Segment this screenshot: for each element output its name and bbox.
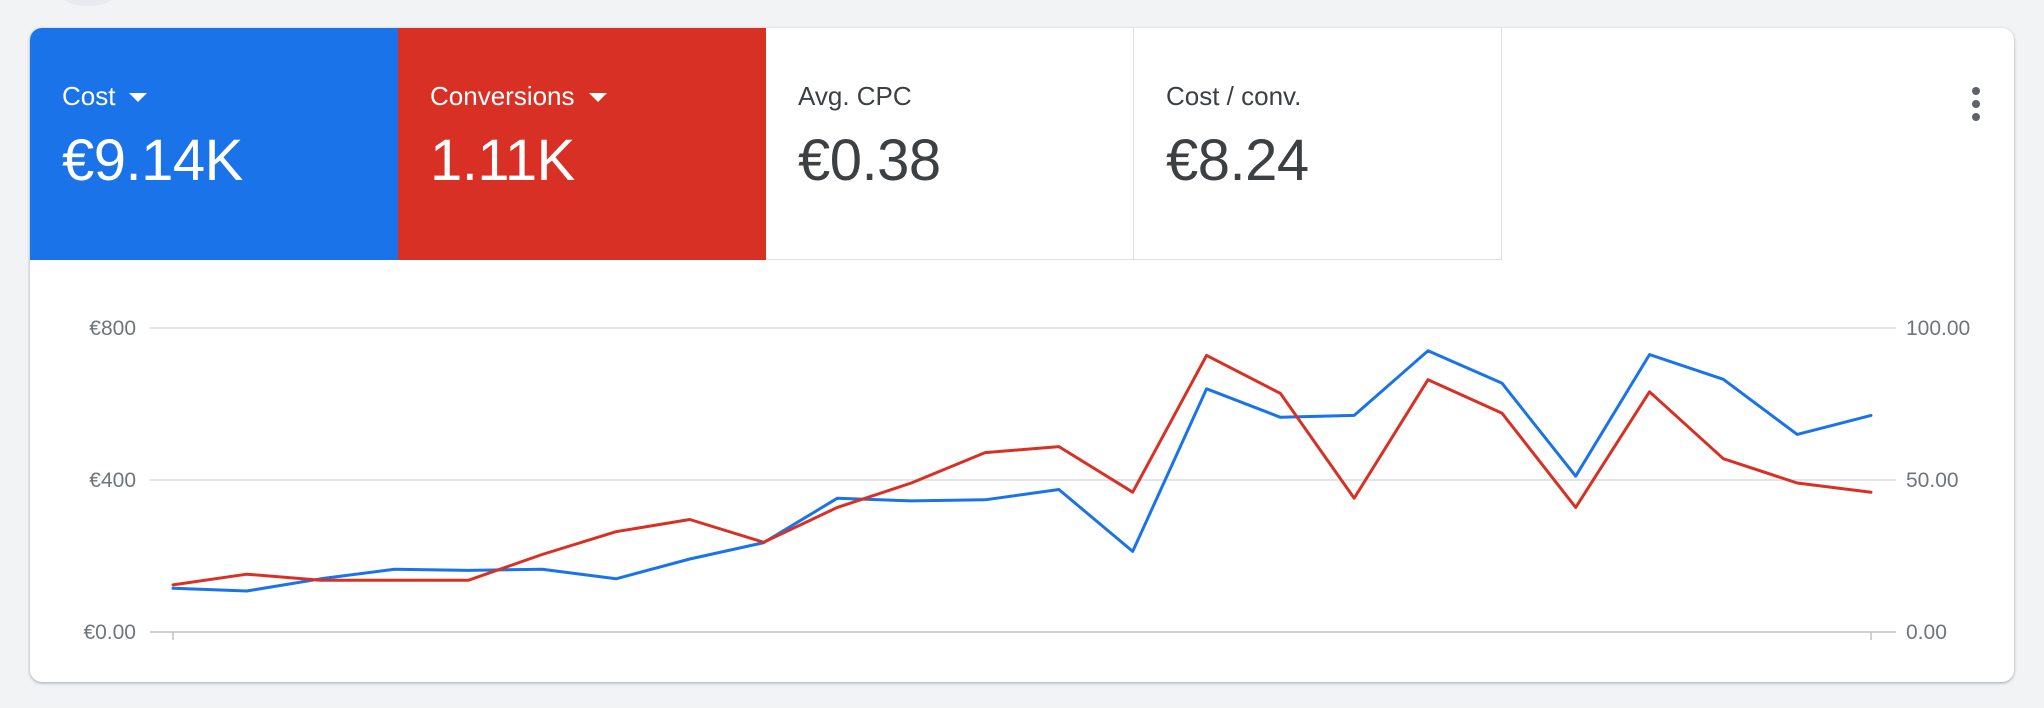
metric-label-text: Cost (62, 81, 116, 111)
performance-card: Cost €9.14K Conversions 1.11K Avg. CPC €… (30, 28, 2014, 682)
more-options-button[interactable] (1956, 76, 1996, 132)
metric-tile-cost-per-conv[interactable]: Cost / conv. €8.24 (1134, 28, 1502, 260)
left-axis-tick-label: €0.00 (83, 621, 136, 644)
right-axis-tick-label: 50.00 (1906, 469, 1959, 492)
right-axis-tick-label: 0.00 (1906, 621, 1947, 644)
metric-label-text: Avg. CPC (798, 81, 912, 111)
metric-tile-cost[interactable]: Cost €9.14K (30, 28, 398, 260)
dropdown-arrow-icon (129, 92, 148, 102)
left-axis-tick-label: €800 (89, 317, 136, 340)
metric-label: Cost / conv. (1166, 80, 1501, 112)
performance-chart: €0.00 €400 €800 0.00 50.00 100.00 (83, 317, 1970, 644)
more-vert-icon-dot (1972, 100, 1980, 108)
metric-tiles: Cost €9.14K Conversions 1.11K Avg. CPC €… (30, 28, 1502, 260)
dropdown-arrow-icon (588, 92, 607, 102)
series-line-cost (171, 349, 1873, 593)
right-axis-tick-label: 100.00 (1906, 317, 1970, 340)
metric-value: €8.24 (1166, 128, 1309, 193)
metric-tile-avg-cpc[interactable]: Avg. CPC €0.38 (766, 28, 1134, 260)
more-vert-icon-dot (1972, 113, 1980, 121)
avatar (40, 0, 136, 6)
metric-label: Avg. CPC (798, 80, 1133, 112)
metric-tile-conversions[interactable]: Conversions 1.11K (398, 28, 766, 260)
metric-label: Cost (62, 80, 398, 112)
metric-label-text: Cost / conv. (1166, 81, 1302, 111)
more-vert-icon-dot (1972, 87, 1980, 95)
left-axis-tick-label: €400 (89, 469, 136, 492)
series-line-conversions (171, 353, 1873, 587)
metric-label-text: Conversions (430, 81, 575, 111)
metric-value: €9.14K (62, 128, 243, 193)
metric-value: €0.38 (798, 128, 941, 193)
metric-value: 1.11K (430, 128, 575, 193)
metric-label: Conversions (430, 80, 766, 112)
